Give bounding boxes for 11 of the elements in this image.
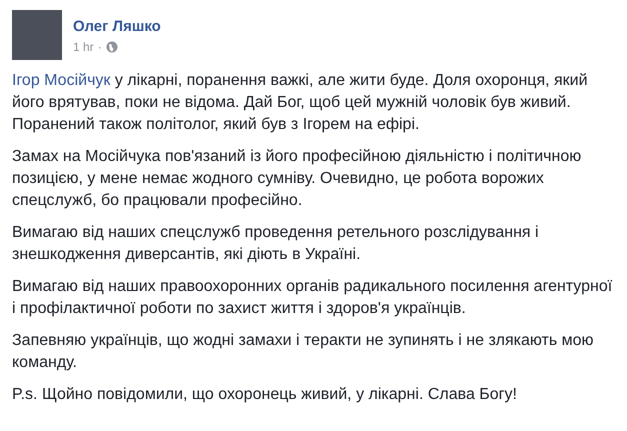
separator-dot: · <box>98 40 102 54</box>
profile-mention-link[interactable]: Ігор Мосійчук <box>12 72 110 89</box>
post-paragraph: P.s. Щойно повідомили, що охоронець живий, у лікарні. Слава Богу! <box>12 385 518 405</box>
post-paragraph: Вимагаю від наших правоохоронних органів радикального посилення агентурної і профілактичної роботи по захист життя і здоров'я українців. <box>12 277 614 319</box>
post-paragraph: Вимагаю від наших спецслужб проведення ретельного розслідування і знешкодження диверсантів, які діють в Україні. <box>12 223 540 265</box>
post-paragraph: Запевняю українців, що жодні замахи і теракти не зупинять і не злякають мою команду. <box>12 331 595 373</box>
avatar-photo-placeholder[interactable] <box>12 10 62 60</box>
post-paragraph: Ігор Мосійчук у лікарні, поранення важкі, але жити буде. Доля охоронця, який його врятував, поки не відома. Дай Бог, щоб цей мужній чоловік був живий. Поранений також політолог, який був з Ігорем на ефірі. <box>12 71 589 135</box>
author-name-link[interactable]: Олег Ляшко <box>73 18 161 35</box>
globe-icon <box>106 41 118 53</box>
post-paragraph: Замах на Мосійчука пов'язаний із його професійною діяльністю і політичною позицією, у мене немає жодного сумніву. Очевидно, це робота ворожих спецслужб, бо працювали професійно. <box>12 147 582 211</box>
